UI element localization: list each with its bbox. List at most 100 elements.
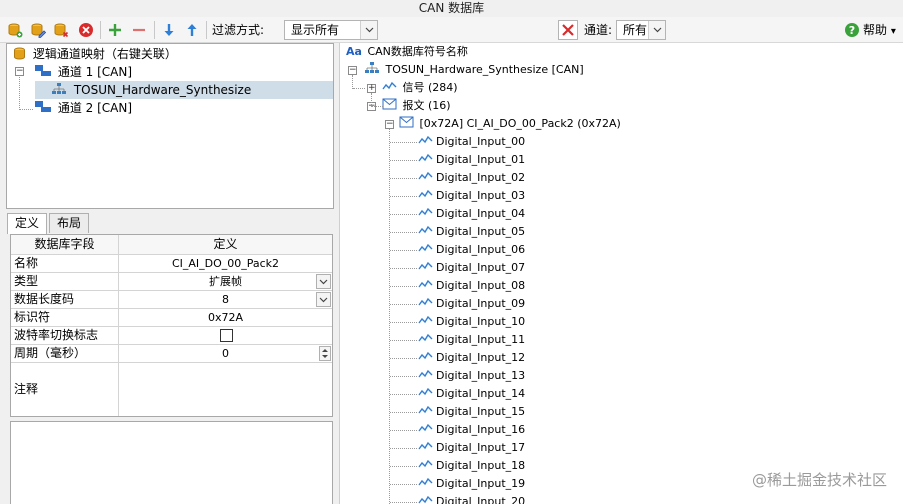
symbol-tree[interactable]: Aa CAN数据库符号名称 − TOSUN_Hardware_Synthesiz…: [339, 43, 903, 504]
remove-database-icon[interactable]: [52, 21, 70, 39]
signal-icon: [418, 495, 433, 504]
tab-layout[interactable]: 布局: [49, 213, 90, 233]
channel-2-label: 通道 2 [CAN]: [57, 101, 133, 115]
remove-icon[interactable]: [130, 21, 148, 39]
signal-label: Digital_Input_20: [436, 495, 526, 504]
property-key: 波特率切换标志: [11, 327, 119, 344]
signal-item[interactable]: Digital_Input_19: [418, 475, 525, 493]
signal-label: Digital_Input_11: [436, 333, 526, 346]
cycle-time-value: 0: [222, 347, 229, 360]
type-value: 扩展帧: [209, 275, 242, 288]
signal-item[interactable]: Digital_Input_06: [418, 241, 525, 259]
tree-item-database[interactable]: TOSUN_Hardware_Synthesize: [35, 81, 333, 99]
signal-icon: [418, 477, 433, 490]
property-key: 类型: [11, 273, 119, 290]
type-select[interactable]: 扩展帧: [119, 273, 332, 290]
database-icon: [14, 47, 25, 60]
add-icon[interactable]: [106, 21, 124, 39]
chevron-down-icon[interactable]: [360, 21, 377, 39]
chevron-down-icon[interactable]: [316, 292, 331, 307]
header-definition: 定义: [213, 237, 238, 251]
messages-label: 报文 (16): [402, 99, 451, 112]
property-key: 标识符: [11, 309, 119, 326]
property-row: 名称 CI_AI_DO_00_Pack2: [11, 255, 332, 273]
signal-item[interactable]: Digital_Input_20: [418, 493, 525, 504]
tab-definition[interactable]: 定义: [7, 213, 48, 234]
collapse-icon[interactable]: −: [385, 120, 394, 129]
envelope-icon: [382, 98, 397, 110]
signal-item[interactable]: Digital_Input_08: [418, 277, 525, 295]
brs-checkbox[interactable]: [220, 329, 233, 342]
expand-icon[interactable]: +: [367, 84, 376, 93]
dlc-select[interactable]: 8: [119, 291, 332, 308]
signal-item[interactable]: Digital_Input_07: [418, 259, 525, 277]
signal-label: Digital_Input_02: [436, 171, 526, 184]
add-database-icon[interactable]: [6, 21, 24, 39]
signal-icon: [418, 351, 433, 364]
signal-item[interactable]: Digital_Input_12: [418, 349, 525, 367]
signal-icon: [418, 207, 433, 220]
tree-root-label: 逻辑通道映射（右键关联）: [32, 47, 177, 61]
signal-item[interactable]: Digital_Input_02: [418, 169, 525, 187]
move-down-icon[interactable]: [160, 21, 178, 39]
signal-label: Digital_Input_16: [436, 423, 526, 436]
tree-item-message[interactable]: [0x72A] CI_AI_DO_00_Pack2 (0x72A): [399, 115, 621, 133]
chevron-down-icon[interactable]: [648, 21, 665, 39]
edit-database-icon[interactable]: [29, 21, 47, 39]
db-label: TOSUN_Hardware_Synthesize [CAN]: [385, 63, 584, 76]
header-field: 数据库字段: [11, 235, 119, 254]
spinner-icon[interactable]: [319, 346, 331, 361]
channel-icon: [35, 101, 51, 112]
collapse-icon[interactable]: −: [348, 66, 357, 75]
signal-item[interactable]: Digital_Input_10: [418, 313, 525, 331]
filter-value: 显示所有: [291, 23, 340, 37]
envelope-icon: [399, 116, 414, 128]
signal-item[interactable]: Digital_Input_09: [418, 295, 525, 313]
symbol-tree-header: Aa CAN数据库符号名称: [346, 43, 468, 61]
signal-item[interactable]: Digital_Input_15: [418, 403, 525, 421]
hierarchy-icon: [365, 62, 379, 73]
property-key: 数据长度码: [11, 291, 119, 308]
signal-item[interactable]: Digital_Input_18: [418, 457, 525, 475]
signal-item[interactable]: Digital_Input_05: [418, 223, 525, 241]
filter-select[interactable]: 显示所有: [284, 20, 378, 40]
signal-icon: [418, 333, 433, 346]
identifier-value[interactable]: 0x72A: [119, 309, 332, 326]
signal-label: Digital_Input_03: [436, 189, 526, 202]
signal-icon: [418, 423, 433, 436]
collapse-icon[interactable]: −: [15, 67, 24, 76]
tree-item-db[interactable]: TOSUN_Hardware_Synthesize [CAN]: [364, 61, 584, 79]
signal-item[interactable]: Digital_Input_13: [418, 367, 525, 385]
help-icon[interactable]: ?: [843, 21, 861, 39]
tree-item-messages[interactable]: 报文 (16): [382, 97, 451, 115]
tree-item-signals[interactable]: 信号 (284): [382, 79, 458, 97]
signal-item[interactable]: Digital_Input_04: [418, 205, 525, 223]
property-row: 注释: [11, 363, 332, 416]
signal-item[interactable]: Digital_Input_14: [418, 385, 525, 403]
comment-field[interactable]: [119, 363, 332, 416]
tree-item-channel-1[interactable]: 通道 1 [CAN]: [35, 63, 132, 81]
delete-icon[interactable]: [77, 21, 95, 39]
tree-root[interactable]: 逻辑通道映射（右键关联）: [13, 45, 177, 63]
signal-item[interactable]: Digital_Input_01: [418, 151, 525, 169]
signal-label: Digital_Input_04: [436, 207, 526, 220]
channel-mapping-tree[interactable]: 逻辑通道映射（右键关联） − 通道 1 [CAN] TOSUN_Hardware…: [6, 43, 334, 209]
cycle-time-field[interactable]: 0: [119, 345, 332, 362]
help-menu[interactable]: 帮助 ▾: [863, 22, 896, 40]
signal-item[interactable]: Digital_Input_16: [418, 421, 525, 439]
signal-label: Digital_Input_17: [436, 441, 526, 454]
channel-select[interactable]: 所有: [616, 20, 666, 40]
name-value[interactable]: CI_AI_DO_00_Pack2: [119, 255, 332, 272]
signal-item[interactable]: Digital_Input_00: [418, 133, 525, 151]
signal-label: Digital_Input_13: [436, 369, 526, 382]
move-up-icon[interactable]: [183, 21, 201, 39]
signal-item[interactable]: Digital_Input_17: [418, 439, 525, 457]
property-key: 注释: [11, 363, 119, 416]
chevron-down-icon[interactable]: [316, 274, 331, 289]
help-label: 帮助: [863, 23, 888, 37]
signal-item[interactable]: Digital_Input_11: [418, 331, 525, 349]
tree-item-channel-2[interactable]: 通道 2 [CAN]: [35, 99, 132, 117]
signals-label: 信号 (284): [402, 81, 458, 94]
clear-filter-icon[interactable]: [558, 20, 578, 40]
signal-item[interactable]: Digital_Input_03: [418, 187, 525, 205]
